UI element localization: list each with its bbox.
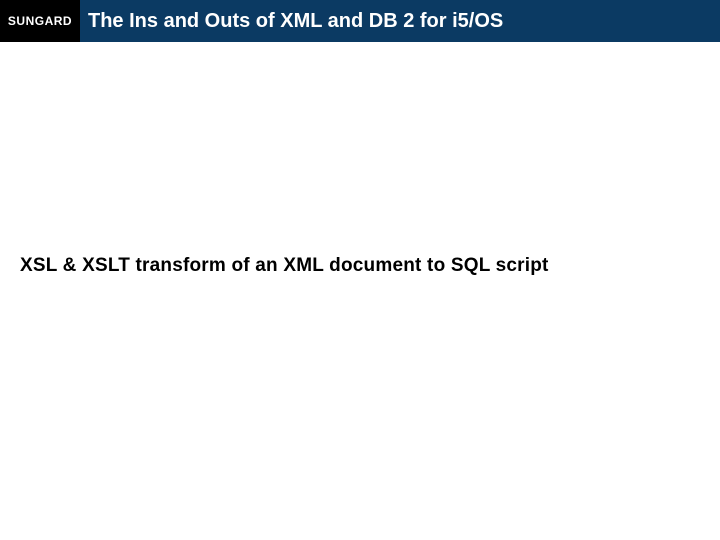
slide: SUNGARD The Ins and Outs of XML and DB 2…	[0, 0, 720, 540]
body-heading: XSL & XSLT transform of an XML document …	[20, 255, 549, 277]
slide-title: The Ins and Outs of XML and DB 2 for i5/…	[88, 10, 503, 33]
header-bar: SUNGARD The Ins and Outs of XML and DB 2…	[0, 0, 720, 42]
logo: SUNGARD	[0, 0, 80, 42]
